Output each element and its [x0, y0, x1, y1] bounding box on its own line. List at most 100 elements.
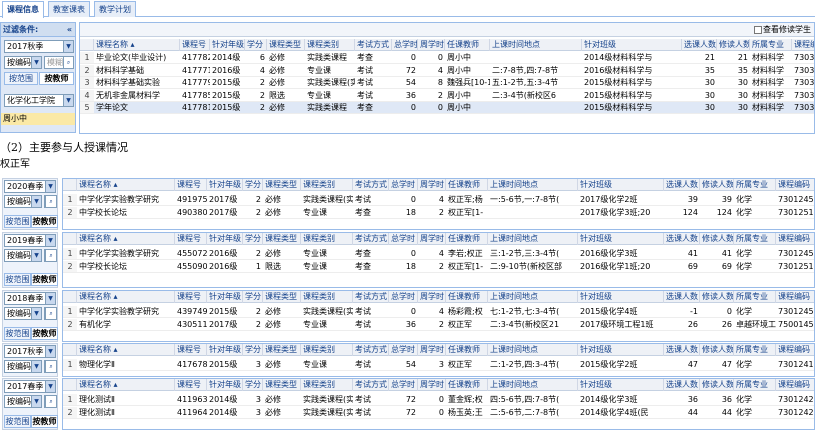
column-header-enrolled-count[interactable]: 修读人数 [700, 291, 734, 303]
column-header-target-class[interactable]: 针对班级 [578, 344, 664, 356]
term-select[interactable]: 2017秋季 ▼ [4, 40, 74, 53]
table-row[interactable]: 1 中学化学实验教学研究 491975 2017级 2 必修 实践类课程(实 考试 0 4 权正军;… [63, 194, 814, 206]
column-header-row-number[interactable] [63, 291, 77, 303]
term-select[interactable]: 2017春季 ▼ [4, 380, 56, 393]
term-select[interactable]: 2018春季 ▼ [4, 292, 56, 305]
search-field-select[interactable]: 按编码 ▼ [4, 249, 42, 262]
collapse-icon[interactable]: « [67, 23, 72, 36]
search-field-select[interactable]: 按编码 ▼ [4, 360, 42, 373]
column-header-exam-method[interactable]: 考试方式 [355, 39, 392, 51]
column-header-major[interactable]: 所属专业 [734, 344, 776, 356]
column-header-course-type[interactable]: 课程类型 [263, 379, 301, 391]
tab-course-info[interactable]: 课程信息 [2, 1, 44, 18]
column-header-course-type[interactable]: 课程类型 [267, 39, 305, 51]
filter-by-range-button[interactable]: 按范围 [4, 273, 31, 286]
table-row[interactable]: 3 材料科学基础实验 417779 2015级 2 必修 实践类课程(实 考试 54 8 魏强兵[1… [80, 77, 814, 89]
column-header-credits[interactable]: 学分 [243, 233, 263, 245]
show-enrolled-students-checkbox[interactable]: 查看修读学生 [754, 24, 811, 35]
column-header-total-hours[interactable]: 总学时 [389, 291, 418, 303]
filter-by-teacher-button[interactable]: 按教师 [31, 273, 58, 286]
filter-by-range-button[interactable]: 按范围 [4, 415, 31, 428]
column-header-target-grade[interactable]: 针对年级 [207, 233, 243, 245]
column-header-exam-method[interactable]: 考试方式 [353, 291, 389, 303]
term-select[interactable]: 2020春季 ▼ [4, 180, 56, 193]
search-field-select[interactable]: 按编码 ▼ [4, 195, 42, 208]
department-select[interactable]: 化学化工学院 ▼ [4, 94, 74, 107]
column-header-total-hours[interactable]: 总学时 [389, 179, 418, 191]
column-header-enrolled-count[interactable]: 修读人数 [700, 179, 734, 191]
column-header-target-grade[interactable]: 针对年级 [207, 379, 243, 391]
column-header-selected-count[interactable]: 选课人数 [664, 179, 700, 191]
column-header-target-class[interactable]: 针对班级 [582, 39, 682, 51]
column-header-course-category[interactable]: 课程类别 [305, 39, 355, 51]
column-header-schedule-location[interactable]: 上课时间地点 [488, 179, 578, 191]
filter-by-teacher-button[interactable]: 按教师 [31, 415, 58, 428]
column-header-course-type[interactable]: 课程类型 [263, 179, 301, 191]
column-header-credits[interactable]: 学分 [243, 179, 263, 191]
column-header-course-type[interactable]: 课程类型 [263, 233, 301, 245]
search-field-select[interactable]: 按编码 ▼ [4, 307, 42, 320]
search-input[interactable]: ⌕ [44, 249, 57, 262]
column-header-exam-method[interactable]: 考试方式 [353, 233, 389, 245]
table-row[interactable]: 1 理化测试Ⅱ 411963 2014级 3 必修 实践类课程(实 考试 72 0 董金辉;权 四:5… [63, 394, 814, 406]
column-header-enrolled-count[interactable]: 修读人数 [700, 344, 734, 356]
column-header-target-class[interactable]: 针对班级 [578, 291, 664, 303]
column-header-schedule-location[interactable]: 上课时间地点 [488, 379, 578, 391]
table-row[interactable]: 5 学年论文 417781 2015级 2 必修 实践类课程 考查 0 0 周小中 2015级材料科学… [80, 102, 814, 114]
column-header-credits[interactable]: 学分 [243, 291, 263, 303]
column-header-course-code[interactable]: 课程编码 [776, 291, 814, 303]
search-input[interactable]: ⌕ [44, 395, 57, 408]
column-header-selected-count[interactable]: 选课人数 [664, 379, 700, 391]
column-header-enrolled-count[interactable]: 修读人数 [700, 379, 734, 391]
column-header-course-name[interactable]: 课程名称 ▴ [77, 291, 175, 303]
column-header-course-id[interactable]: 课程号 [175, 344, 207, 356]
column-header-course-name[interactable]: 课程名称 ▴ [77, 179, 175, 191]
term-select[interactable]: 2017秋季 ▼ [4, 345, 56, 358]
table-row[interactable]: 1 中学化学实验教学研究 439749 2015级 2 必修 实践类课程(实 考试 0 4 杨彩霞;… [63, 306, 814, 318]
search-input[interactable]: ⌕ [44, 307, 57, 320]
term-select[interactable]: 2019春季 ▼ [4, 234, 56, 247]
column-header-credits[interactable]: 学分 [245, 39, 267, 51]
table-row[interactable]: 1 中学化学实验教学研究 455072 2016级 2 必修 专业课 考查 0 4 李岩;权正 三:1… [63, 248, 814, 260]
column-header-instructor[interactable]: 任课教师 [446, 291, 488, 303]
column-header-weekly-hours[interactable]: 周学时 [418, 379, 446, 391]
column-header-target-grade[interactable]: 针对年级 [210, 39, 245, 51]
column-header-major[interactable]: 所属专业 [734, 179, 776, 191]
column-header-instructor[interactable]: 任课教师 [445, 39, 490, 51]
column-header-total-hours[interactable]: 总学时 [392, 39, 418, 51]
search-field-select[interactable]: 按编码 ▼ [4, 395, 42, 408]
teacher-list-item[interactable]: 周小中 [1, 113, 75, 125]
column-header-weekly-hours[interactable]: 周学时 [418, 233, 446, 245]
column-header-row-number[interactable] [63, 179, 77, 191]
column-header-course-category[interactable]: 课程类别 [301, 379, 353, 391]
column-header-row-number[interactable] [63, 344, 77, 356]
filter-by-teacher-button[interactable]: 按教师 [31, 215, 58, 228]
column-header-major[interactable]: 所属专业 [734, 233, 776, 245]
table-row[interactable]: 2 中学校长论坛 455090 2016级 1 限选 专业课 考查 18 2 权正军[1- 二:9-1… [63, 260, 814, 273]
column-header-selected-count[interactable]: 选课人数 [682, 39, 717, 51]
column-header-total-hours[interactable]: 总学时 [389, 344, 418, 356]
column-header-selected-count[interactable]: 选课人数 [664, 344, 700, 356]
column-header-weekly-hours[interactable]: 周学时 [418, 291, 446, 303]
column-header-course-code[interactable]: 课程编码 [792, 39, 814, 51]
column-header-course-id[interactable]: 课程号 [180, 39, 210, 51]
column-header-course-name[interactable]: 课程名称 ▴ [77, 379, 175, 391]
column-header-instructor[interactable]: 任课教师 [446, 344, 488, 356]
filter-by-teacher-button[interactable]: 按教师 [39, 72, 74, 85]
table-row[interactable]: 2 材料科学基础 417771 2016级 4 必修 专业课 考试 72 4 周小中 二:7-8节,四… [80, 64, 814, 77]
table-row[interactable]: 4 无机非金属材料学 417785 2015级 2 限选 专业课 考试 36 2 周小中 二:3-4节… [80, 89, 814, 102]
column-header-instructor[interactable]: 任课教师 [446, 179, 488, 191]
column-header-course-id[interactable]: 课程号 [175, 233, 207, 245]
column-header-course-code[interactable]: 课程编码 [776, 233, 814, 245]
column-header-course-name[interactable]: 课程名称 ▴ [77, 344, 175, 356]
filter-by-range-button[interactable]: 按范围 [4, 72, 38, 85]
column-header-weekly-hours[interactable]: 周学时 [418, 39, 445, 51]
column-header-instructor[interactable]: 任课教师 [446, 379, 488, 391]
column-header-weekly-hours[interactable]: 周学时 [418, 344, 446, 356]
column-header-row-number[interactable] [80, 39, 94, 51]
column-header-selected-count[interactable]: 选课人数 [664, 233, 700, 245]
column-header-course-category[interactable]: 课程类别 [301, 291, 353, 303]
filter-by-teacher-button[interactable]: 按教师 [31, 327, 58, 340]
column-header-schedule-location[interactable]: 上课时间地点 [488, 233, 578, 245]
column-header-total-hours[interactable]: 总学时 [389, 233, 418, 245]
